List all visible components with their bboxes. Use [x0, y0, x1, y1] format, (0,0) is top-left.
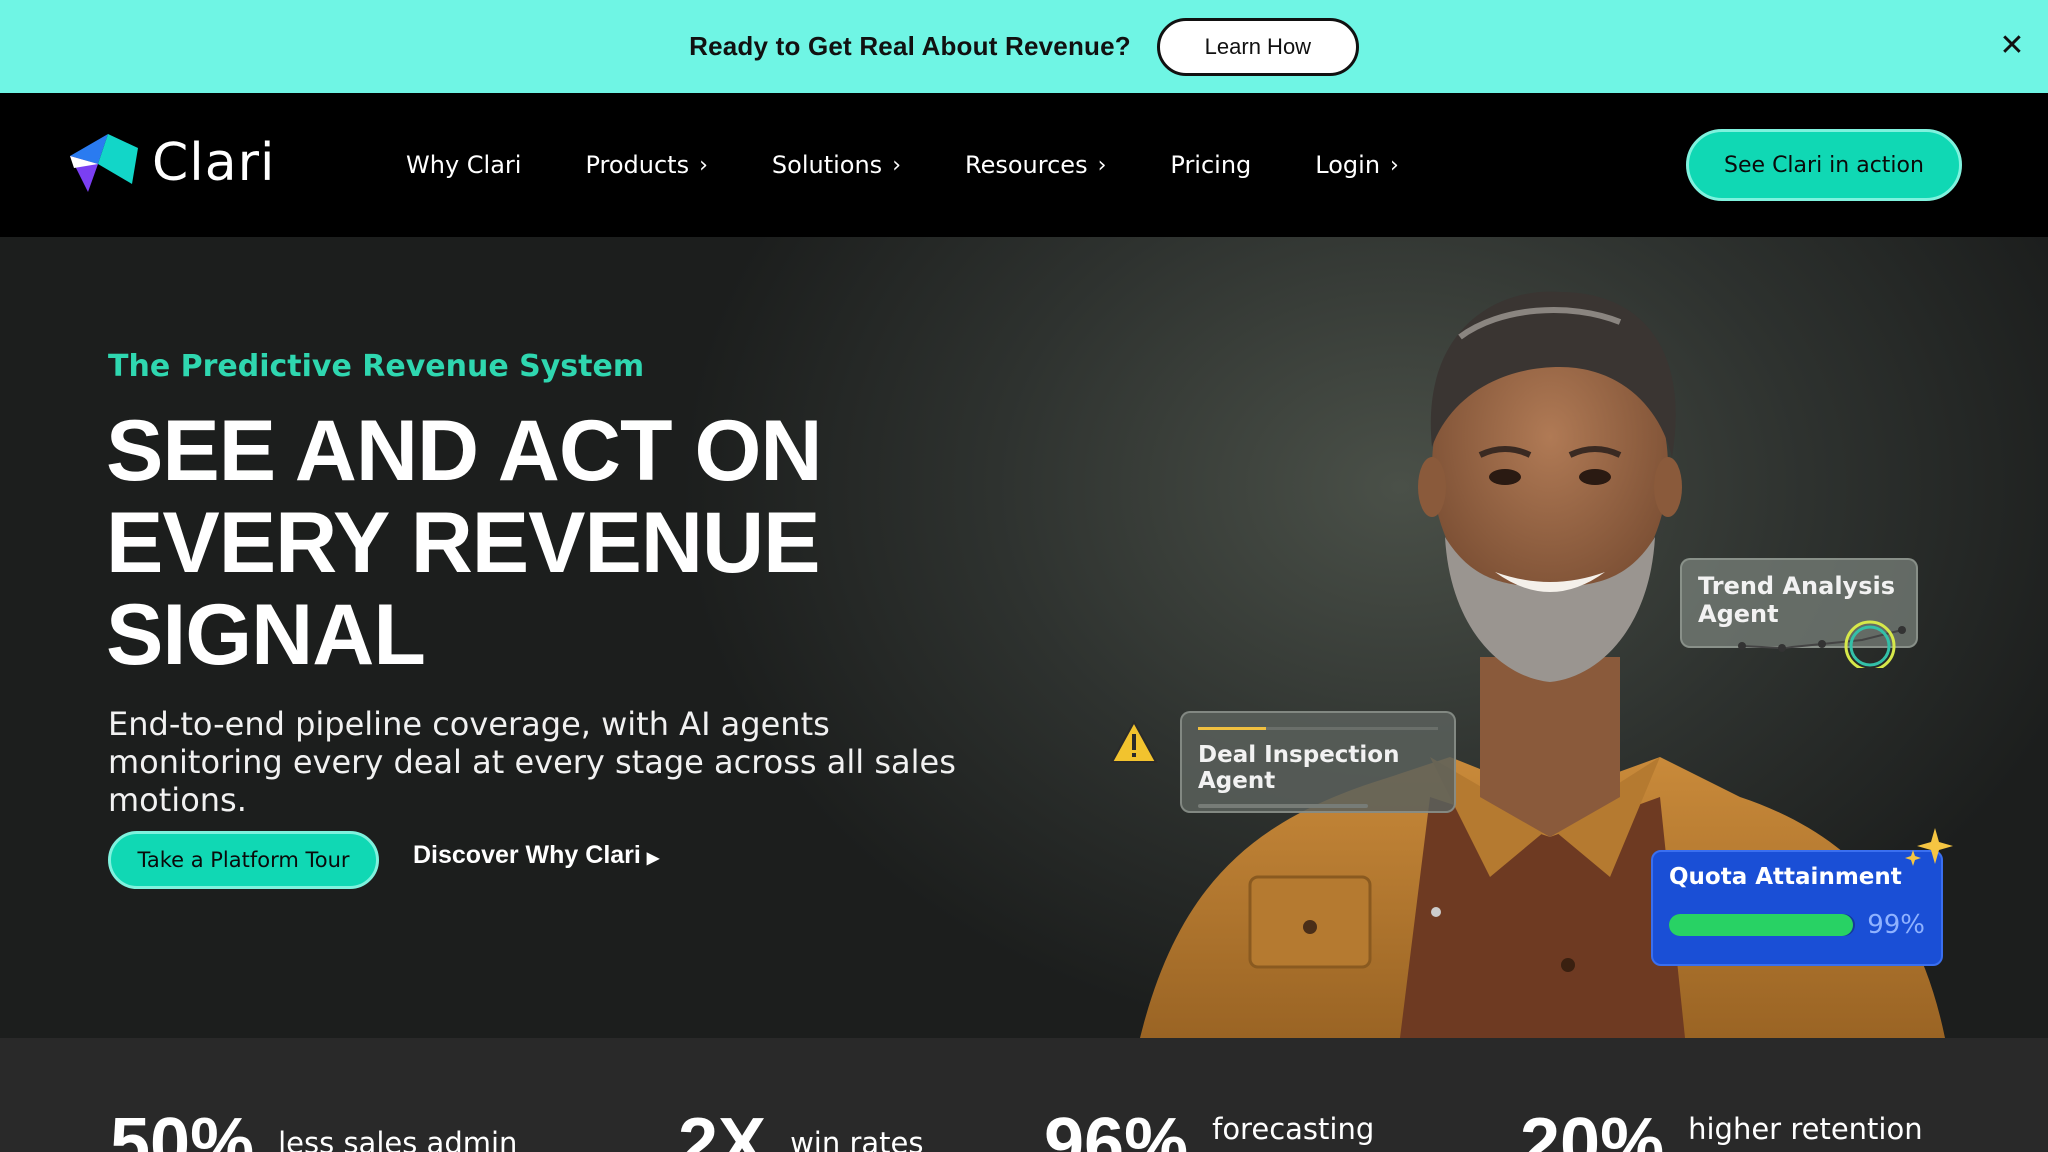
- deal-card-title: Deal Inspection Agent: [1198, 742, 1400, 794]
- nav-item-why-clari[interactable]: Why Clari: [406, 151, 521, 179]
- nav-item-solutions[interactable]: Solutions ›: [772, 151, 901, 179]
- trend-analysis-card: Trend Analysis Agent: [1680, 558, 1918, 668]
- deal-inspection-card: Deal Inspection Agent: [1180, 711, 1456, 813]
- hero-eyebrow: The Predictive Revenue System: [108, 349, 645, 384]
- stat-item: 96% forecasting: [1044, 1104, 1374, 1152]
- chevron-right-icon: ›: [699, 152, 708, 178]
- quota-attainment-card: Quota Attainment 99%: [1651, 828, 1953, 966]
- stats-band: 50% less sales admin 2X win rates 96% fo…: [0, 1038, 2048, 1152]
- see-clari-in-action-button[interactable]: See Clari in action: [1686, 129, 1962, 201]
- nav-item-label: Resources: [965, 151, 1088, 179]
- trend-card-title: Trend Analysis: [1698, 572, 1895, 600]
- brand-name: Clari: [152, 133, 276, 193]
- learn-how-button[interactable]: Learn How: [1156, 17, 1359, 76]
- nav-item-label: Login: [1315, 151, 1381, 179]
- sparkle-icon: [1905, 828, 1953, 866]
- warning-icon: [1110, 720, 1158, 763]
- hero-subtext: End-to-end pipeline coverage, with AI ag…: [108, 705, 956, 819]
- nav-menu: Why Clari Products › Solutions › Resourc…: [406, 93, 1463, 237]
- main-nav: Clari Why Clari Products › Solutions › R…: [0, 93, 2048, 237]
- nav-item-label: Products: [585, 151, 690, 179]
- stat-label: win rates: [790, 1126, 924, 1152]
- chevron-right-icon: ›: [892, 152, 901, 178]
- clari-logo[interactable]: Clari: [70, 133, 275, 193]
- stat-number: 20%: [1520, 1104, 1665, 1152]
- caret-right-icon: ▶: [646, 850, 660, 867]
- quota-progress-fill: [1669, 914, 1854, 936]
- stat-number: 2X: [678, 1104, 767, 1152]
- nav-item-pricing[interactable]: Pricing: [1170, 151, 1251, 179]
- deal-placeholder-line: [1198, 804, 1368, 808]
- hero-section: The Predictive Revenue System SEE AND AC…: [0, 237, 2048, 1038]
- stat-label: forecasting: [1212, 1112, 1375, 1146]
- chevron-right-icon: ›: [1097, 152, 1107, 178]
- stat-label: higher retention: [1688, 1112, 1923, 1146]
- stat-number: 50%: [110, 1104, 255, 1152]
- nav-item-resources[interactable]: Resources ›: [965, 151, 1106, 179]
- nav-item-products[interactable]: Products ›: [585, 151, 707, 179]
- stat-number: 96%: [1044, 1104, 1189, 1152]
- platform-tour-button[interactable]: Take a Platform Tour: [108, 831, 379, 889]
- close-icon[interactable]: ✕: [1996, 30, 2028, 62]
- headline-line: SIGNAL: [106, 587, 426, 683]
- stat-item: 2X win rates: [678, 1104, 923, 1152]
- quota-progress-row: 99%: [1669, 910, 1925, 940]
- hero-headline: SEE AND ACT ON EVERY REVENUE SIGNAL: [106, 403, 822, 683]
- discover-why-clari-link[interactable]: Discover Why Clari ▶: [413, 841, 659, 870]
- nav-item-label: Pricing: [1170, 151, 1252, 179]
- announcement-text: Ready to Get Real About Revenue?: [689, 31, 1131, 61]
- deal-progress-bar: [1198, 727, 1438, 730]
- stat-item: 20% higher retention: [1520, 1104, 1923, 1152]
- clari-logo-icon: [70, 134, 138, 192]
- headline-line: EVERY REVENUE: [106, 495, 820, 591]
- stat-label: less sales admin: [278, 1126, 518, 1152]
- quota-value: 99%: [1867, 910, 1925, 940]
- announcement-bar: Ready to Get Real About Revenue? Learn H…: [0, 0, 2048, 93]
- stat-item: 50% less sales admin: [110, 1104, 517, 1152]
- chevron-right-icon: ›: [1390, 152, 1399, 178]
- nav-item-login[interactable]: Login ›: [1315, 151, 1399, 179]
- trend-line-icon: [1738, 620, 1906, 668]
- headline-line: SEE AND ACT ON: [106, 403, 822, 499]
- link-label: Discover Why Clari: [413, 841, 641, 869]
- nav-item-label: Why Clari: [406, 151, 522, 179]
- nav-item-label: Solutions: [771, 151, 883, 179]
- quota-progress-track: [1669, 914, 1856, 936]
- quota-card-title: Quota Attainment: [1669, 864, 1902, 890]
